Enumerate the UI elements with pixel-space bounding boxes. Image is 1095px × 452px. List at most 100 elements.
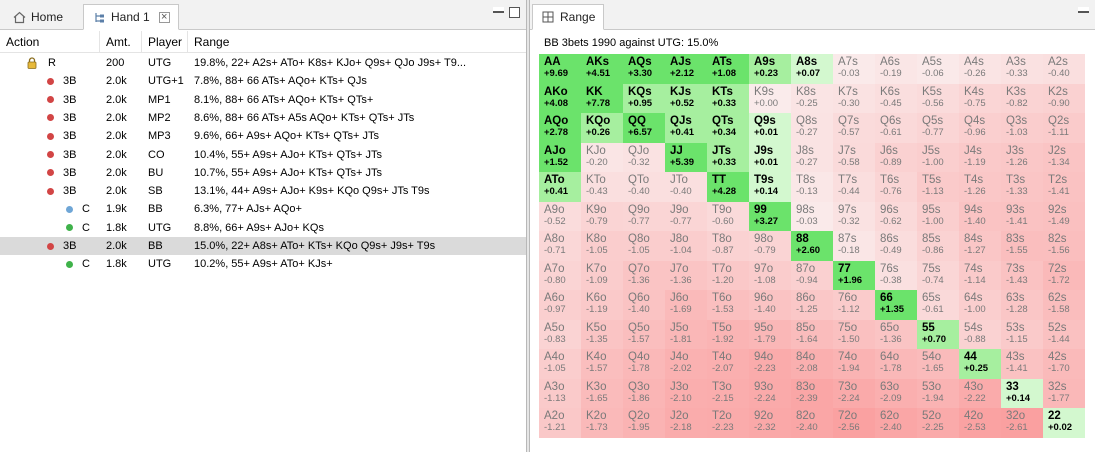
range-cell[interactable]: KJs +0.52 xyxy=(665,83,707,113)
range-cell[interactable]: Q6o -1.40 xyxy=(623,290,665,320)
range-cell[interactable]: A9s +0.23 xyxy=(749,54,791,84)
range-cell[interactable]: 72s -1.72 xyxy=(1043,260,1085,290)
minimize-icon[interactable] xyxy=(493,7,504,13)
range-cell[interactable]: 65s -0.61 xyxy=(917,290,959,320)
range-cell[interactable]: QJo -0.32 xyxy=(623,142,665,172)
range-cell[interactable]: A4o -1.05 xyxy=(539,349,581,379)
range-cell[interactable]: T8s -0.13 xyxy=(791,172,833,202)
action-row[interactable]: 3B 2.0k MP2 8.6%, 88+ 66 ATs+ A5s AQo+ KTs+… xyxy=(0,109,526,127)
range-cell[interactable]: KTs +0.33 xyxy=(707,83,749,113)
range-cell[interactable]: 84o -2.08 xyxy=(791,349,833,379)
column-header-player[interactable]: Player xyxy=(142,31,188,52)
range-cell[interactable]: Q5s -0.77 xyxy=(917,113,959,143)
range-cell[interactable]: 85s -0.86 xyxy=(917,231,959,261)
range-cell[interactable]: 82s -1.56 xyxy=(1043,231,1085,261)
range-cell[interactable]: K9o -0.79 xyxy=(581,201,623,231)
range-cell[interactable]: J8s -0.27 xyxy=(791,142,833,172)
range-cell[interactable]: J7s -0.58 xyxy=(833,142,875,172)
range-cell[interactable]: JTo -0.40 xyxy=(665,172,707,202)
range-cell[interactable]: 74o -1.94 xyxy=(833,349,875,379)
range-cell[interactable]: A6o -0.97 xyxy=(539,290,581,320)
range-cell[interactable]: Q4s -0.96 xyxy=(959,113,1001,143)
column-header-action[interactable]: Action xyxy=(0,31,100,52)
range-cell[interactable]: K5o -1.35 xyxy=(581,319,623,349)
action-row[interactable]: 3B 2.0k MP1 8.1%, 88+ 66 ATs+ AQo+ KTs+ QTs… xyxy=(0,91,526,109)
range-cell[interactable]: 77 +1.96 xyxy=(833,260,875,290)
column-header-amt[interactable]: Amt. xyxy=(100,31,142,52)
action-row[interactable]: C 1.8k UTG 8.8%, 66+ A9s+ AJo+ KQs xyxy=(0,219,526,237)
range-cell[interactable]: A7s -0.03 xyxy=(833,54,875,84)
action-row[interactable]: C 1.8k UTG 10.2%, 55+ A9s+ ATo+ KJs+ xyxy=(0,255,526,273)
range-cell[interactable]: KJo -0.20 xyxy=(581,142,623,172)
range-cell[interactable]: 72o -2.56 xyxy=(833,408,875,438)
range-cell[interactable]: T8o -0.87 xyxy=(707,231,749,261)
range-cell[interactable]: 94o -2.23 xyxy=(749,349,791,379)
tab-hand-1[interactable]: Hand 1 × xyxy=(83,4,179,30)
range-cell[interactable]: 43s -1.41 xyxy=(1001,349,1043,379)
range-cell[interactable]: Q7o -1.36 xyxy=(623,260,665,290)
range-cell[interactable]: A3s -0.33 xyxy=(1001,54,1043,84)
range-cell[interactable]: 73s -1.43 xyxy=(1001,260,1043,290)
range-cell[interactable]: Q9s +0.01 xyxy=(749,113,791,143)
range-cell[interactable]: J3o -2.10 xyxy=(665,378,707,408)
range-cell[interactable]: 62o -2.40 xyxy=(875,408,917,438)
range-cell[interactable]: K7o -1.09 xyxy=(581,260,623,290)
range-cell[interactable]: 63o -2.09 xyxy=(875,378,917,408)
range-cell[interactable]: K8o -1.05 xyxy=(581,231,623,261)
range-cell[interactable]: J6o -1.69 xyxy=(665,290,707,320)
minimize-icon[interactable] xyxy=(1078,7,1089,13)
range-cell[interactable]: 97o -1.08 xyxy=(749,260,791,290)
range-cell[interactable]: 32o -2.61 xyxy=(1001,408,1043,438)
range-cell[interactable]: Q8o -1.05 xyxy=(623,231,665,261)
range-cell[interactable]: T2o -2.23 xyxy=(707,408,749,438)
range-cell[interactable]: Q4o -1.78 xyxy=(623,349,665,379)
range-cell[interactable]: AKo +4.08 xyxy=(539,83,581,113)
range-cell[interactable]: ATs +1.08 xyxy=(707,54,749,84)
range-cell[interactable]: TT +4.28 xyxy=(707,172,749,202)
range-cell[interactable]: T7o -1.20 xyxy=(707,260,749,290)
range-cell[interactable]: JJ +5.39 xyxy=(665,142,707,172)
range-cell[interactable]: 65o -1.36 xyxy=(875,319,917,349)
range-cell[interactable]: 99 +3.27 xyxy=(749,201,791,231)
range-cell[interactable]: 92s -1.49 xyxy=(1043,201,1085,231)
range-cell[interactable]: A5s -0.06 xyxy=(917,54,959,84)
range-cell[interactable]: A6s -0.19 xyxy=(875,54,917,84)
range-cell[interactable]: J3s -1.26 xyxy=(1001,142,1043,172)
range-cell[interactable]: J4o -2.02 xyxy=(665,349,707,379)
range-cell[interactable]: J9o -0.77 xyxy=(665,201,707,231)
range-cell[interactable]: 75o -1.50 xyxy=(833,319,875,349)
range-cell[interactable]: 73o -2.24 xyxy=(833,378,875,408)
range-cell[interactable]: 94s -1.40 xyxy=(959,201,1001,231)
range-cell[interactable]: 42o -2.53 xyxy=(959,408,1001,438)
range-cell[interactable]: K4o -1.57 xyxy=(581,349,623,379)
range-cell[interactable]: 96s -0.62 xyxy=(875,201,917,231)
range-cell[interactable]: 83o -2.39 xyxy=(791,378,833,408)
range-cell[interactable]: K5s -0.56 xyxy=(917,83,959,113)
range-cell[interactable]: Q6s -0.61 xyxy=(875,113,917,143)
range-cell[interactable]: A3o -1.13 xyxy=(539,378,581,408)
action-row[interactable]: 3B 2.0k MP3 9.6%, 66+ A9s+ AQo+ KTs+ QTs+ J… xyxy=(0,127,526,145)
action-row[interactable]: 3B 2.0k SB 13.1%, 44+ A9s+ AJo+ K9s+ KQo Q9… xyxy=(0,182,526,200)
range-cell[interactable]: 53s -1.15 xyxy=(1001,319,1043,349)
range-cell[interactable]: 63s -1.28 xyxy=(1001,290,1043,320)
range-cell[interactable]: K2o -1.73 xyxy=(581,408,623,438)
range-cell[interactable]: T6o -1.53 xyxy=(707,290,749,320)
range-cell[interactable]: 54o -1.65 xyxy=(917,349,959,379)
action-row[interactable]: 3B 2.0k CO 10.4%, 55+ A9s+ AJo+ KTs+ QTs+ J… xyxy=(0,146,526,164)
range-cell[interactable]: A9o -0.52 xyxy=(539,201,581,231)
range-cell[interactable]: 66 +1.35 xyxy=(875,290,917,320)
range-cell[interactable]: 95o -1.79 xyxy=(749,319,791,349)
range-cell[interactable]: QTs +0.34 xyxy=(707,113,749,143)
range-cell[interactable]: T3o -2.15 xyxy=(707,378,749,408)
range-cell[interactable]: 98s -0.03 xyxy=(791,201,833,231)
range-cell[interactable]: T4s -1.26 xyxy=(959,172,1001,202)
range-cell[interactable]: Q2o -1.95 xyxy=(623,408,665,438)
range-cell[interactable]: T2s -1.41 xyxy=(1043,172,1085,202)
range-cell[interactable]: 88 +2.60 xyxy=(791,231,833,261)
range-cell[interactable]: 76o -1.12 xyxy=(833,290,875,320)
range-cell[interactable]: Q3s -1.03 xyxy=(1001,113,1043,143)
range-cell[interactable]: 97s -0.32 xyxy=(833,201,875,231)
range-cell[interactable]: Q9o -0.77 xyxy=(623,201,665,231)
range-cell[interactable]: QQ +6.57 xyxy=(623,113,665,143)
range-cell[interactable]: AKs +4.51 xyxy=(581,54,623,84)
